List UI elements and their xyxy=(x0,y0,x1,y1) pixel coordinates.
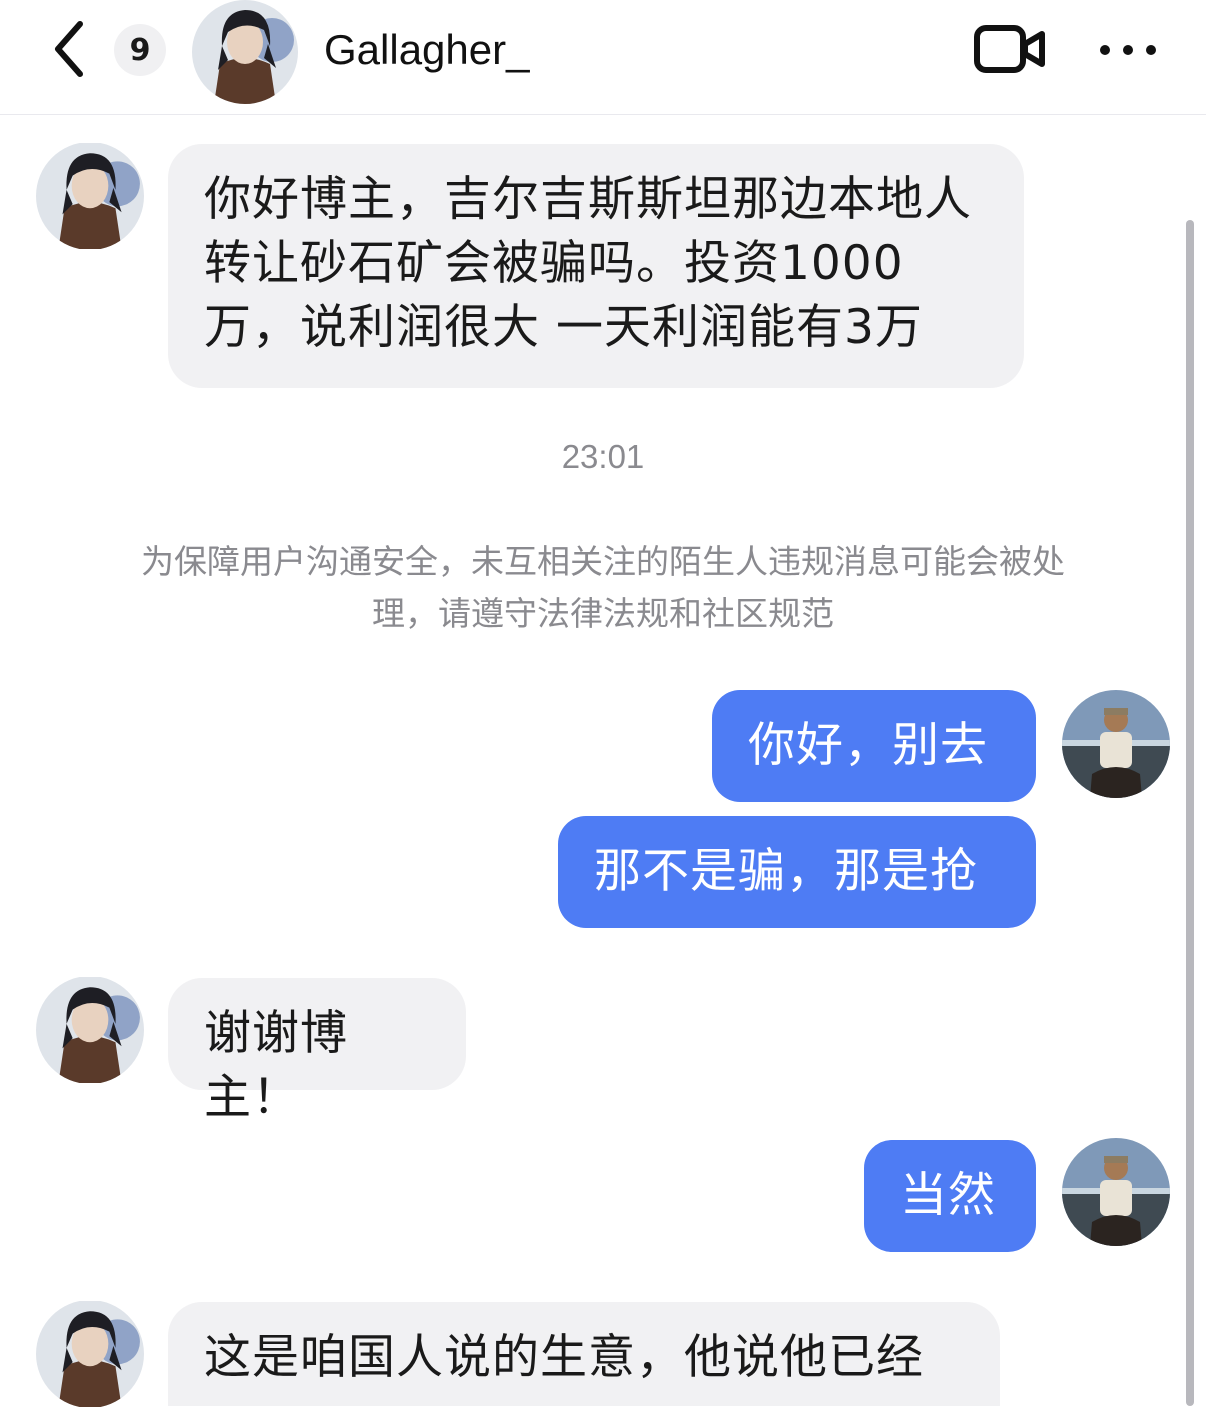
sender-avatar[interactable] xyxy=(36,976,144,1084)
contact-name[interactable]: Gallagher_ xyxy=(324,24,529,76)
video-camera-icon xyxy=(974,25,1045,73)
unread-count-badge[interactable]: 9 xyxy=(114,24,166,76)
message-bubble-incoming[interactable]: 你好博主，吉尔吉斯斯坦那边本地人转让砂石矿会被骗吗。投资1000万，说利润很大 … xyxy=(168,144,1024,388)
message-bubble-outgoing[interactable]: 当然 xyxy=(864,1140,1036,1252)
chevron-left-icon xyxy=(55,21,83,77)
back-button[interactable] xyxy=(40,14,100,84)
contact-avatar[interactable] xyxy=(192,0,298,104)
video-call-button[interactable] xyxy=(972,22,1048,78)
chat-header: 9 Gallagher_ xyxy=(0,0,1206,115)
more-dots-icon xyxy=(1100,45,1156,55)
more-options-button[interactable] xyxy=(1096,28,1160,72)
sender-avatar[interactable] xyxy=(36,1300,144,1408)
message-timestamp: 23:01 xyxy=(561,438,645,475)
message-bubble-outgoing[interactable]: 那不是骗，那是抢 xyxy=(558,816,1036,928)
self-avatar[interactable] xyxy=(1062,690,1170,798)
sender-avatar[interactable] xyxy=(36,142,144,250)
scrollbar[interactable] xyxy=(1186,220,1194,1406)
message-bubble-incoming[interactable]: 谢谢博主！ xyxy=(168,978,466,1125)
message-bubble-incoming[interactable]: 这是咱国人说的生意，他说他已经 xyxy=(168,1302,1000,1406)
message-bubble-outgoing[interactable]: 你好，别去 xyxy=(712,690,1036,802)
self-avatar[interactable] xyxy=(1062,1138,1170,1246)
safety-notice: 为保障用户沟通安全，未互相关注的陌生人违规消息可能会被处理，请遵守法律法规和社区… xyxy=(141,542,1065,633)
